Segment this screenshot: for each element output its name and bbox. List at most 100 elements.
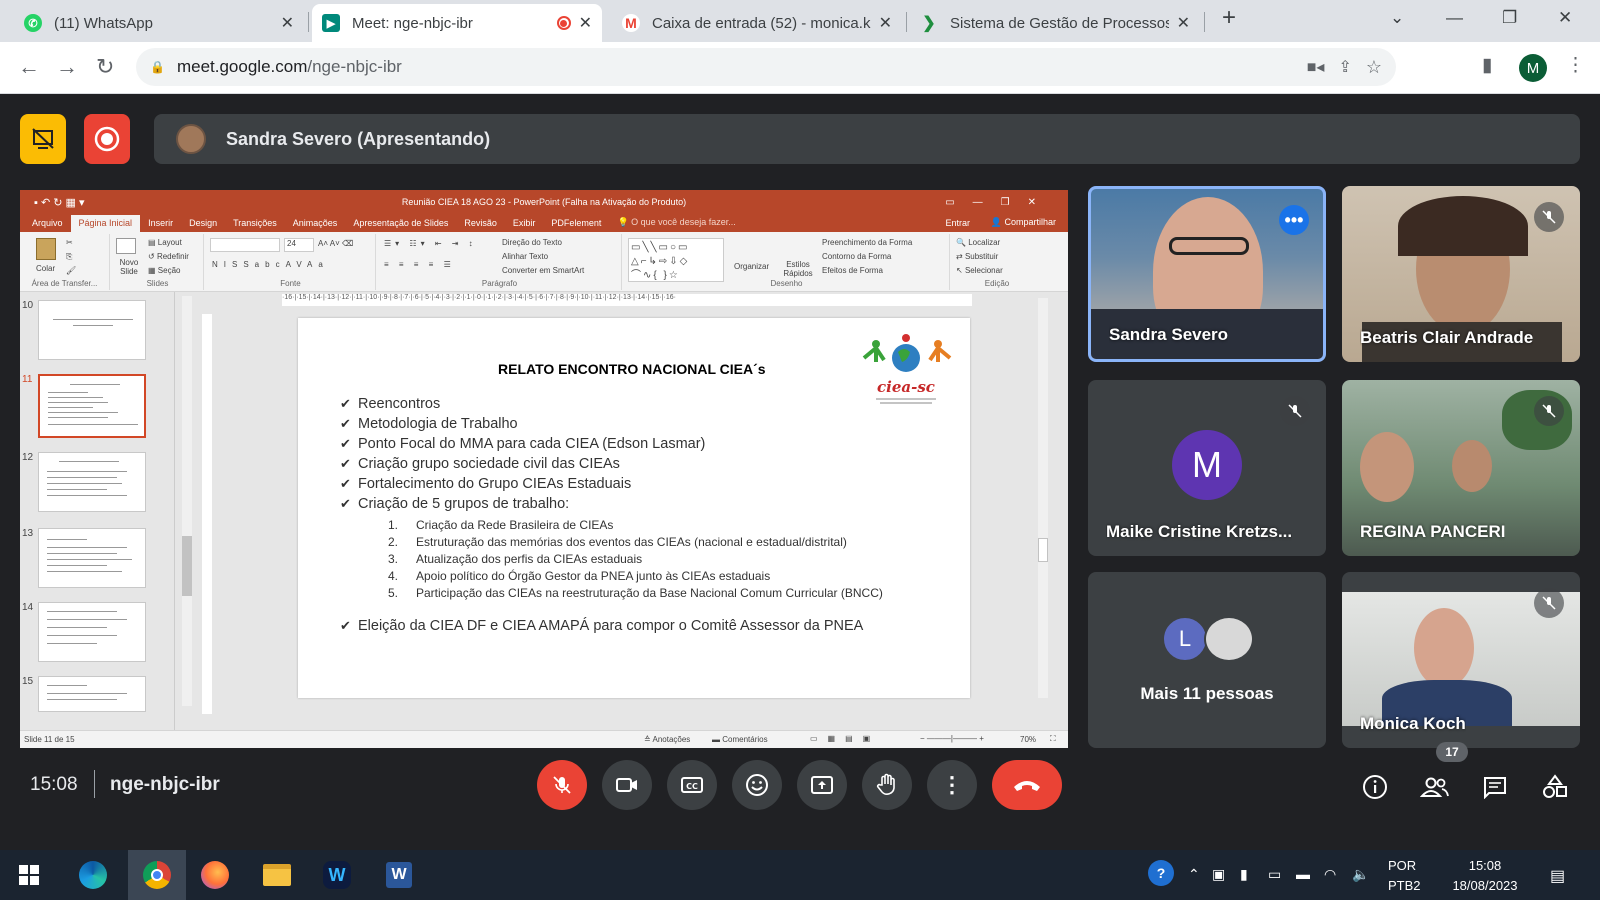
present-screen-button[interactable] xyxy=(797,760,847,810)
emoji-reactions-button[interactable] xyxy=(732,760,782,810)
select-button[interactable]: ↖ Selecionar xyxy=(956,266,1003,275)
slide-thumbnail-11-selected[interactable] xyxy=(38,374,146,438)
reset-button[interactable]: ↺ Redefinir xyxy=(148,252,189,261)
font-format-icons[interactable]: NISSabcAVAa xyxy=(212,260,329,269)
find-button[interactable]: 🔍 Localizar xyxy=(956,238,1000,247)
back-icon[interactable]: ← xyxy=(18,54,40,80)
close-icon[interactable]: ✕ xyxy=(1177,13,1190,33)
word-icon[interactable]: W xyxy=(380,856,418,894)
tab-search-icon[interactable]: ⌄ xyxy=(1390,8,1404,28)
slide-thumbnail-10[interactable] xyxy=(38,300,146,360)
grow-font-icon[interactable]: A˄ A˅ ⌫ xyxy=(318,239,353,248)
fit-slide-icon[interactable]: ⛶ xyxy=(1050,734,1056,744)
windows-start-icon[interactable] xyxy=(10,856,48,894)
more-options-icon[interactable]: ••• xyxy=(1279,205,1309,235)
ppt-menu-design[interactable]: Design xyxy=(181,218,225,232)
ppt-tell-me[interactable]: 💡 O que você deseja fazer... xyxy=(609,217,743,232)
firefox-icon[interactable] xyxy=(196,856,234,894)
more-options-button[interactable]: ⋮ xyxy=(927,760,977,810)
forward-icon[interactable]: → xyxy=(56,54,78,80)
profile-avatar[interactable]: M xyxy=(1519,54,1547,82)
battery-icon[interactable]: ▬ xyxy=(1296,866,1310,882)
shape-fill-button[interactable]: Preenchimento da Forma xyxy=(822,238,912,247)
participant-tile-maike[interactable]: M Maike Cristine Kretzs... xyxy=(1088,380,1326,556)
camera-toggle-button[interactable] xyxy=(602,760,652,810)
show-hidden-icons[interactable]: ⌃ xyxy=(1188,866,1200,883)
reload-icon[interactable]: ↻ xyxy=(96,54,114,80)
mic-toggle-button[interactable] xyxy=(537,760,587,810)
display-icon[interactable]: ▭ xyxy=(1268,866,1281,883)
cut-icon[interactable]: ✂ xyxy=(66,238,73,247)
copy-icon[interactable]: ⎘ xyxy=(66,252,72,262)
paste-button[interactable]: Colar xyxy=(36,264,55,273)
browser-menu-icon[interactable]: ⋮ xyxy=(1566,54,1585,77)
layout-button[interactable]: ▤ Layout xyxy=(148,238,182,247)
shapes-gallery[interactable]: ▭╲╲▭○▭ △⌐↳⇨⇩◇ ⌒∿{ }☆ xyxy=(628,238,724,282)
shape-outline-button[interactable]: Contorno da Forma xyxy=(822,252,891,261)
ppt-menu-pdfelement[interactable]: PDFelement xyxy=(543,218,609,232)
tab-whatsapp[interactable]: ✆ (11) WhatsApp ✕ xyxy=(14,4,304,42)
current-slide[interactable]: RELATO ENCONTRO NACIONAL CIEA´s ciea-sc … xyxy=(298,318,970,698)
new-slide-button[interactable]: Novo Slide xyxy=(114,258,144,276)
webex-icon[interactable]: W xyxy=(318,856,356,894)
volume-icon[interactable]: 🔈 xyxy=(1352,866,1369,883)
camera-in-use-icon[interactable]: ■◂ xyxy=(1307,57,1325,77)
participant-tile-beatris[interactable]: Beatris Clair Andrade xyxy=(1342,186,1580,362)
view-buttons[interactable]: ▭▦▤▣ xyxy=(810,734,880,743)
close-icon[interactable]: ✕ xyxy=(281,13,294,33)
edge-icon[interactable] xyxy=(74,856,112,894)
new-tab-button[interactable]: + xyxy=(1222,4,1236,32)
ppt-menu-inserir[interactable]: Inserir xyxy=(140,218,181,232)
notifications-icon[interactable]: ▤ xyxy=(1550,866,1565,886)
address-bar[interactable]: 🔒 meet.google.com/nge-nbjc-ibr ■◂ ⇪ ☆ xyxy=(136,48,1396,86)
participant-tile-monica[interactable]: Monica Koch xyxy=(1342,572,1580,748)
format-painter-icon[interactable]: 🖌 xyxy=(66,266,76,275)
slide-thumbnail-14[interactable] xyxy=(38,602,146,662)
quick-styles-button[interactable]: Estilos Rápidos xyxy=(782,260,814,278)
minimize-icon[interactable]: — xyxy=(1446,8,1463,28)
device-icon[interactable]: ▣ xyxy=(1212,866,1225,883)
ppt-menu-pagina-inicial[interactable]: Página Inicial xyxy=(70,215,141,232)
text-direction-button[interactable]: Direção do Texto xyxy=(502,238,562,247)
show-everyone-button[interactable] xyxy=(1418,770,1452,804)
slide-thumbnail-12[interactable] xyxy=(38,452,146,512)
file-explorer-icon[interactable] xyxy=(258,856,296,894)
chat-button[interactable] xyxy=(1478,770,1512,804)
ppt-menu-revisao[interactable]: Revisão xyxy=(456,218,505,232)
ppt-menu-exibir[interactable]: Exibir xyxy=(505,218,544,232)
slide-scrollbar[interactable] xyxy=(1038,298,1048,698)
input-language[interactable]: POR PTB2 xyxy=(1388,856,1421,896)
thumbnails-scrollbar[interactable] xyxy=(182,296,192,706)
convert-smartart-button[interactable]: Converter em SmartArt xyxy=(502,266,584,275)
restore-icon[interactable]: ❐ xyxy=(1502,8,1517,28)
ppt-menu-apresentacao[interactable]: Apresentação de Slides xyxy=(345,218,456,232)
align-icons[interactable]: ≡ ≡ ≡ ≡ ☰ xyxy=(384,260,455,269)
font-size-box[interactable]: 24 xyxy=(284,238,314,252)
share-page-icon[interactable]: ⇪ xyxy=(1338,57,1351,77)
window-close-icon[interactable]: ✕ xyxy=(1558,8,1572,28)
comments-button[interactable]: ▬ Comentários xyxy=(712,735,768,744)
participant-tile-sandra[interactable]: ••• Sandra Severo xyxy=(1088,186,1326,362)
raise-hand-button[interactable] xyxy=(862,760,912,810)
close-icon[interactable]: ✕ xyxy=(879,13,892,33)
list-icons[interactable]: ☰▾ ☷▾ ⇤ ⇥ ↕ xyxy=(384,239,477,248)
recording-button[interactable] xyxy=(84,114,130,164)
chrome-icon[interactable] xyxy=(128,850,186,900)
presentation-hidden-button[interactable] xyxy=(20,114,66,164)
tab-gmail[interactable]: M Caixa de entrada (52) - monica.k ✕ xyxy=(612,4,902,42)
ppt-menu-transicoes[interactable]: Transições xyxy=(225,218,285,232)
close-icon[interactable]: ✕ xyxy=(579,13,592,33)
notes-button[interactable]: ≙ Anotações xyxy=(644,735,690,744)
ppt-menu-animacoes[interactable]: Animações xyxy=(285,218,346,232)
system-clock[interactable]: 15:08 18/08/2023 xyxy=(1442,856,1528,896)
ppt-menu-arquivo[interactable]: Arquivo xyxy=(24,218,71,232)
section-button[interactable]: ▦ Seção xyxy=(148,266,180,275)
participant-tile-regina[interactable]: REGINA PANCERI xyxy=(1342,380,1580,556)
slide-thumbnail-13[interactable] xyxy=(38,528,146,588)
activities-button[interactable] xyxy=(1538,770,1572,804)
tab-sgp[interactable]: ❯ Sistema de Gestão de Processos ✕ xyxy=(910,4,1200,42)
replace-button[interactable]: ⇄ Substituir xyxy=(956,252,998,261)
align-text-button[interactable]: Alinhar Texto xyxy=(502,252,548,261)
help-icon[interactable]: ? xyxy=(1148,860,1174,886)
zoom-slider[interactable]: − ———|——— + xyxy=(920,734,984,743)
